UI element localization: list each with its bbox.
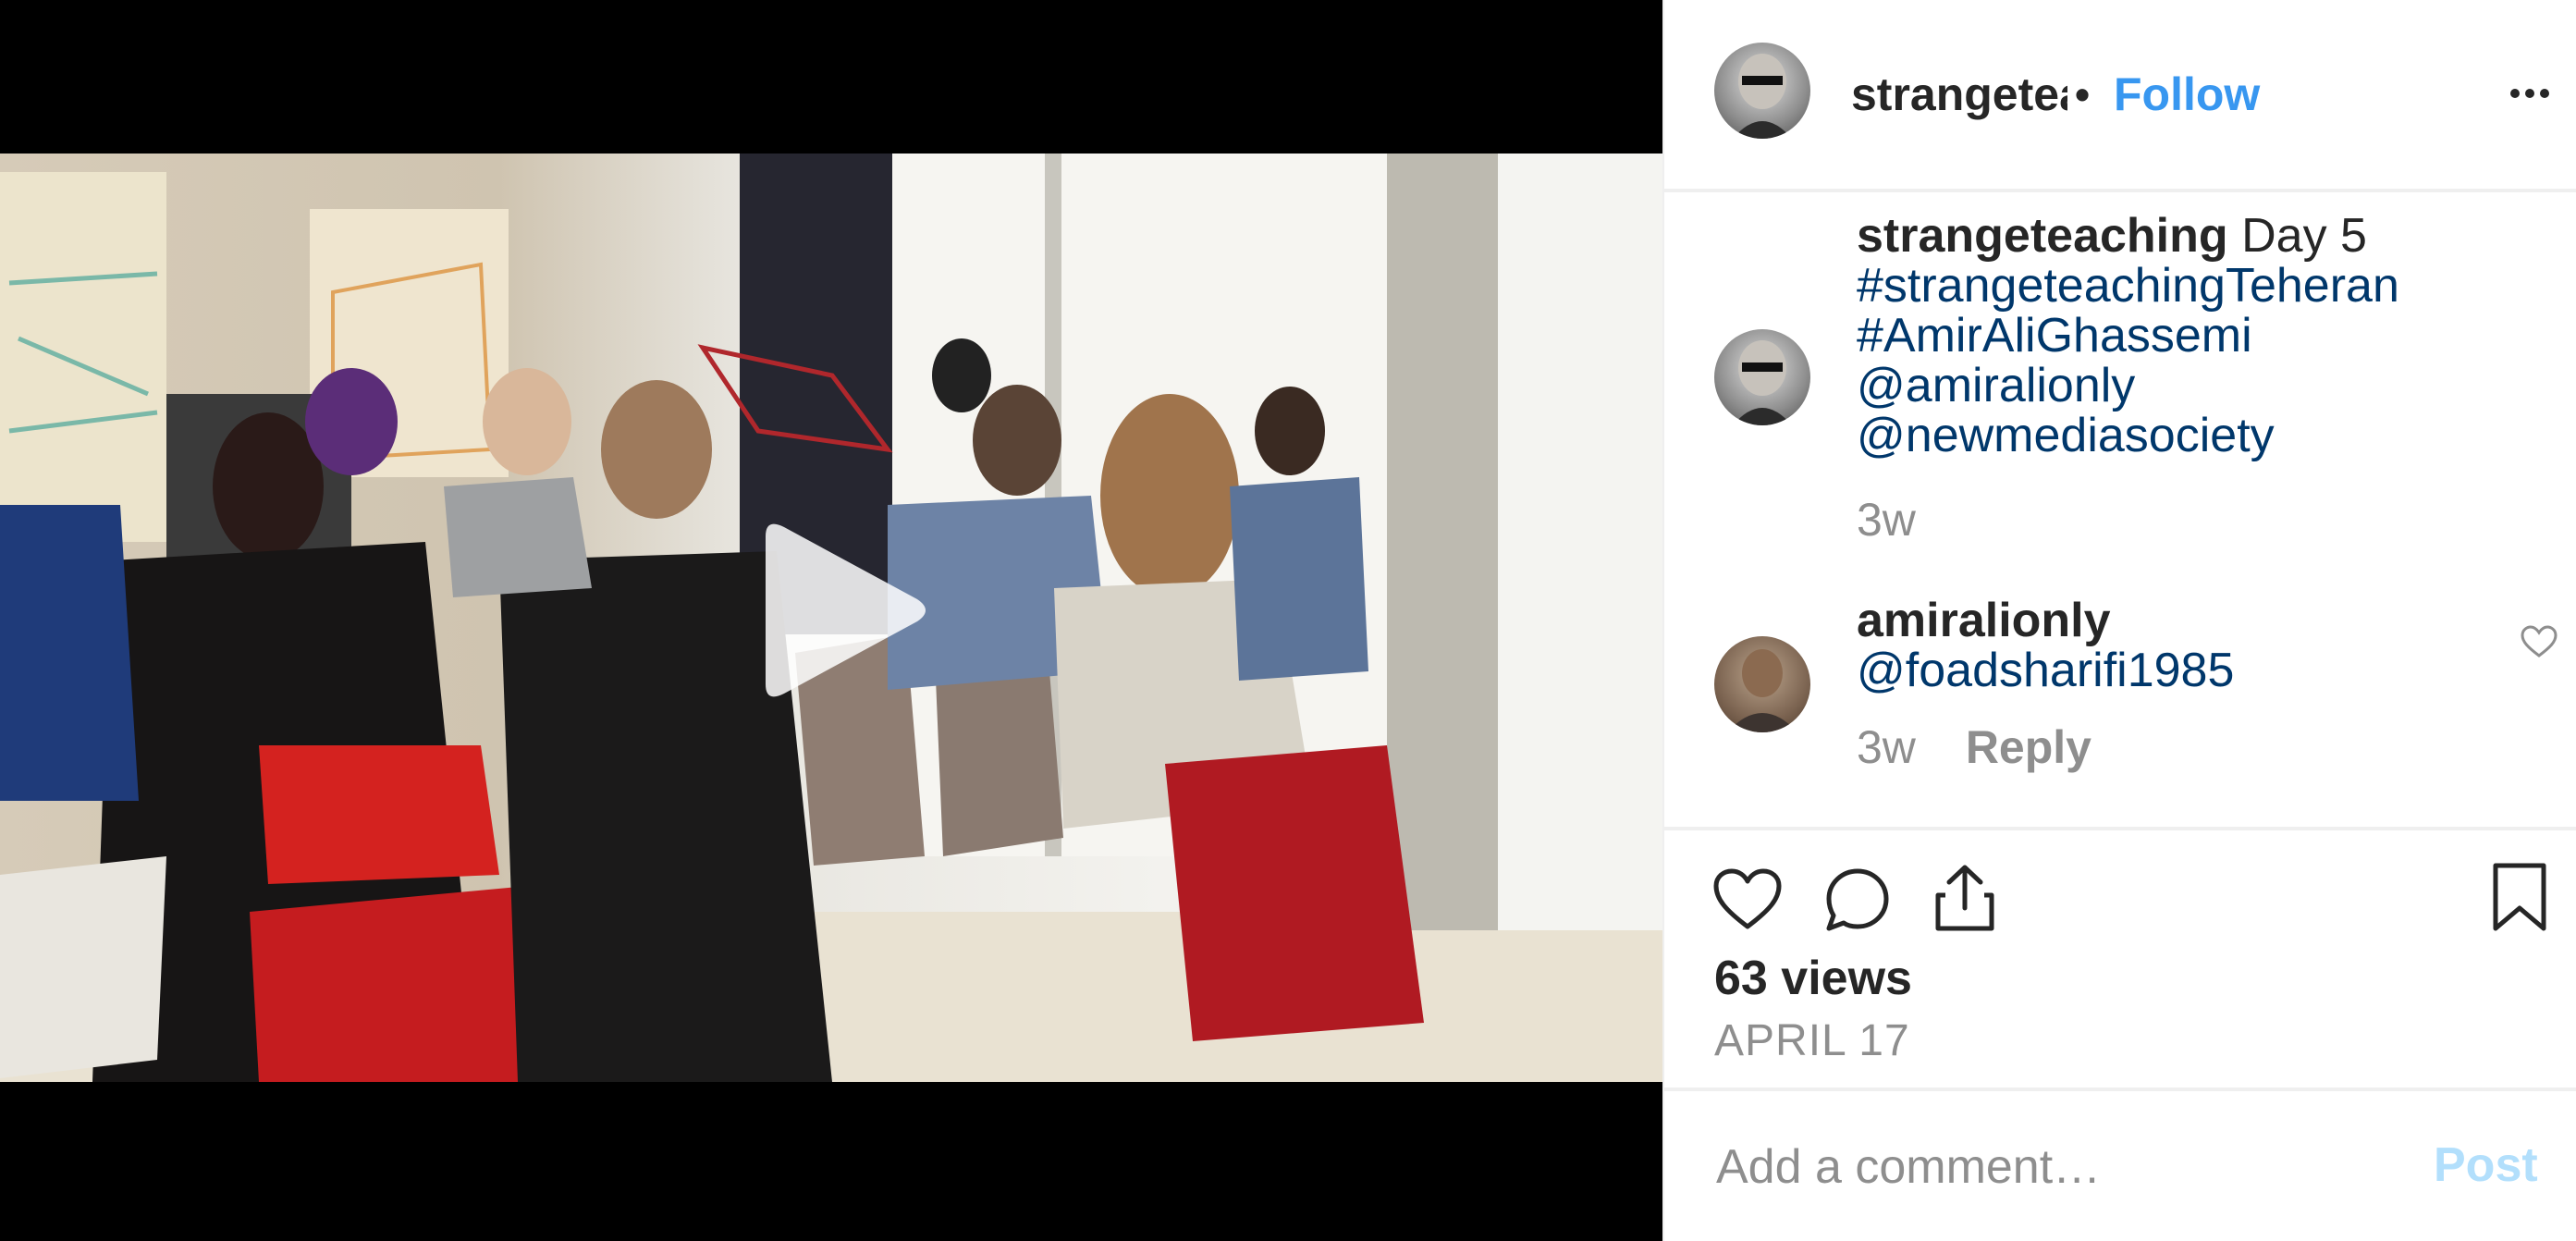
caption-text: Day 5 [2241, 209, 2367, 263]
post-date[interactable]: APRIL 17 [1714, 1014, 1910, 1069]
heart-small-icon[interactable] [2521, 625, 2558, 658]
share-icon[interactable] [1932, 862, 1997, 934]
bookmark-icon[interactable] [2491, 862, 2548, 934]
caption-hashtag[interactable]: #AmirAliGhassemi [1857, 311, 2541, 361]
action-bar: 63 views [1664, 830, 2576, 1005]
caption-mention[interactable]: @amiralionly [1857, 361, 2541, 411]
play-icon[interactable] [749, 518, 934, 703]
comment-input[interactable] [1714, 1134, 2365, 1200]
follow-button[interactable]: Follow [2114, 67, 2260, 122]
caption-time[interactable]: 3w [1857, 492, 1916, 547]
post-button[interactable]: Post [2434, 1137, 2538, 1193]
heart-icon[interactable] [1712, 867, 1783, 932]
more-horizontal-icon[interactable] [2508, 80, 2552, 107]
comment-body: amiralionly @foadsharifi1985 [1857, 596, 2504, 695]
comment-mention[interactable]: @foadsharifi1985 [1857, 645, 2504, 695]
caption-hashtag[interactable]: #strangeteachingTeheran [1857, 261, 2541, 311]
post-sidebar: strangeteaching • Follow strangeteaching… [1662, 0, 2576, 1241]
comments-list: strangeteaching Day 5 #strangeteachingTe… [1664, 192, 2576, 827]
comment-icon[interactable] [1823, 866, 1892, 934]
video-player[interactable] [0, 0, 1662, 1241]
comment-composer: Post [1664, 1091, 2576, 1241]
caption-body: strangeteaching Day 5 #strangeteachingTe… [1857, 211, 2541, 461]
caption-username[interactable]: strangeteaching [1857, 209, 2228, 263]
comment-meta: 3w Reply [1857, 719, 2091, 775]
author-avatar[interactable] [1714, 43, 1810, 139]
caption-first-line: strangeteaching Day 5 [1857, 211, 2541, 261]
commenter-avatar[interactable] [1714, 636, 1810, 732]
separator-dot: • [2075, 70, 2091, 118]
post-header: strangeteaching • Follow [1664, 0, 2576, 189]
reply-button[interactable]: Reply [1966, 721, 2091, 773]
caption-mention[interactable]: @newmediasociety [1857, 411, 2541, 461]
comment-username[interactable]: amiralionly [1857, 596, 2504, 645]
author-username[interactable]: strangeteaching [1851, 67, 2067, 122]
caption-avatar[interactable] [1714, 329, 1810, 425]
comment-time[interactable]: 3w [1857, 721, 1916, 773]
views-count[interactable]: 63 views [1714, 951, 1912, 1006]
